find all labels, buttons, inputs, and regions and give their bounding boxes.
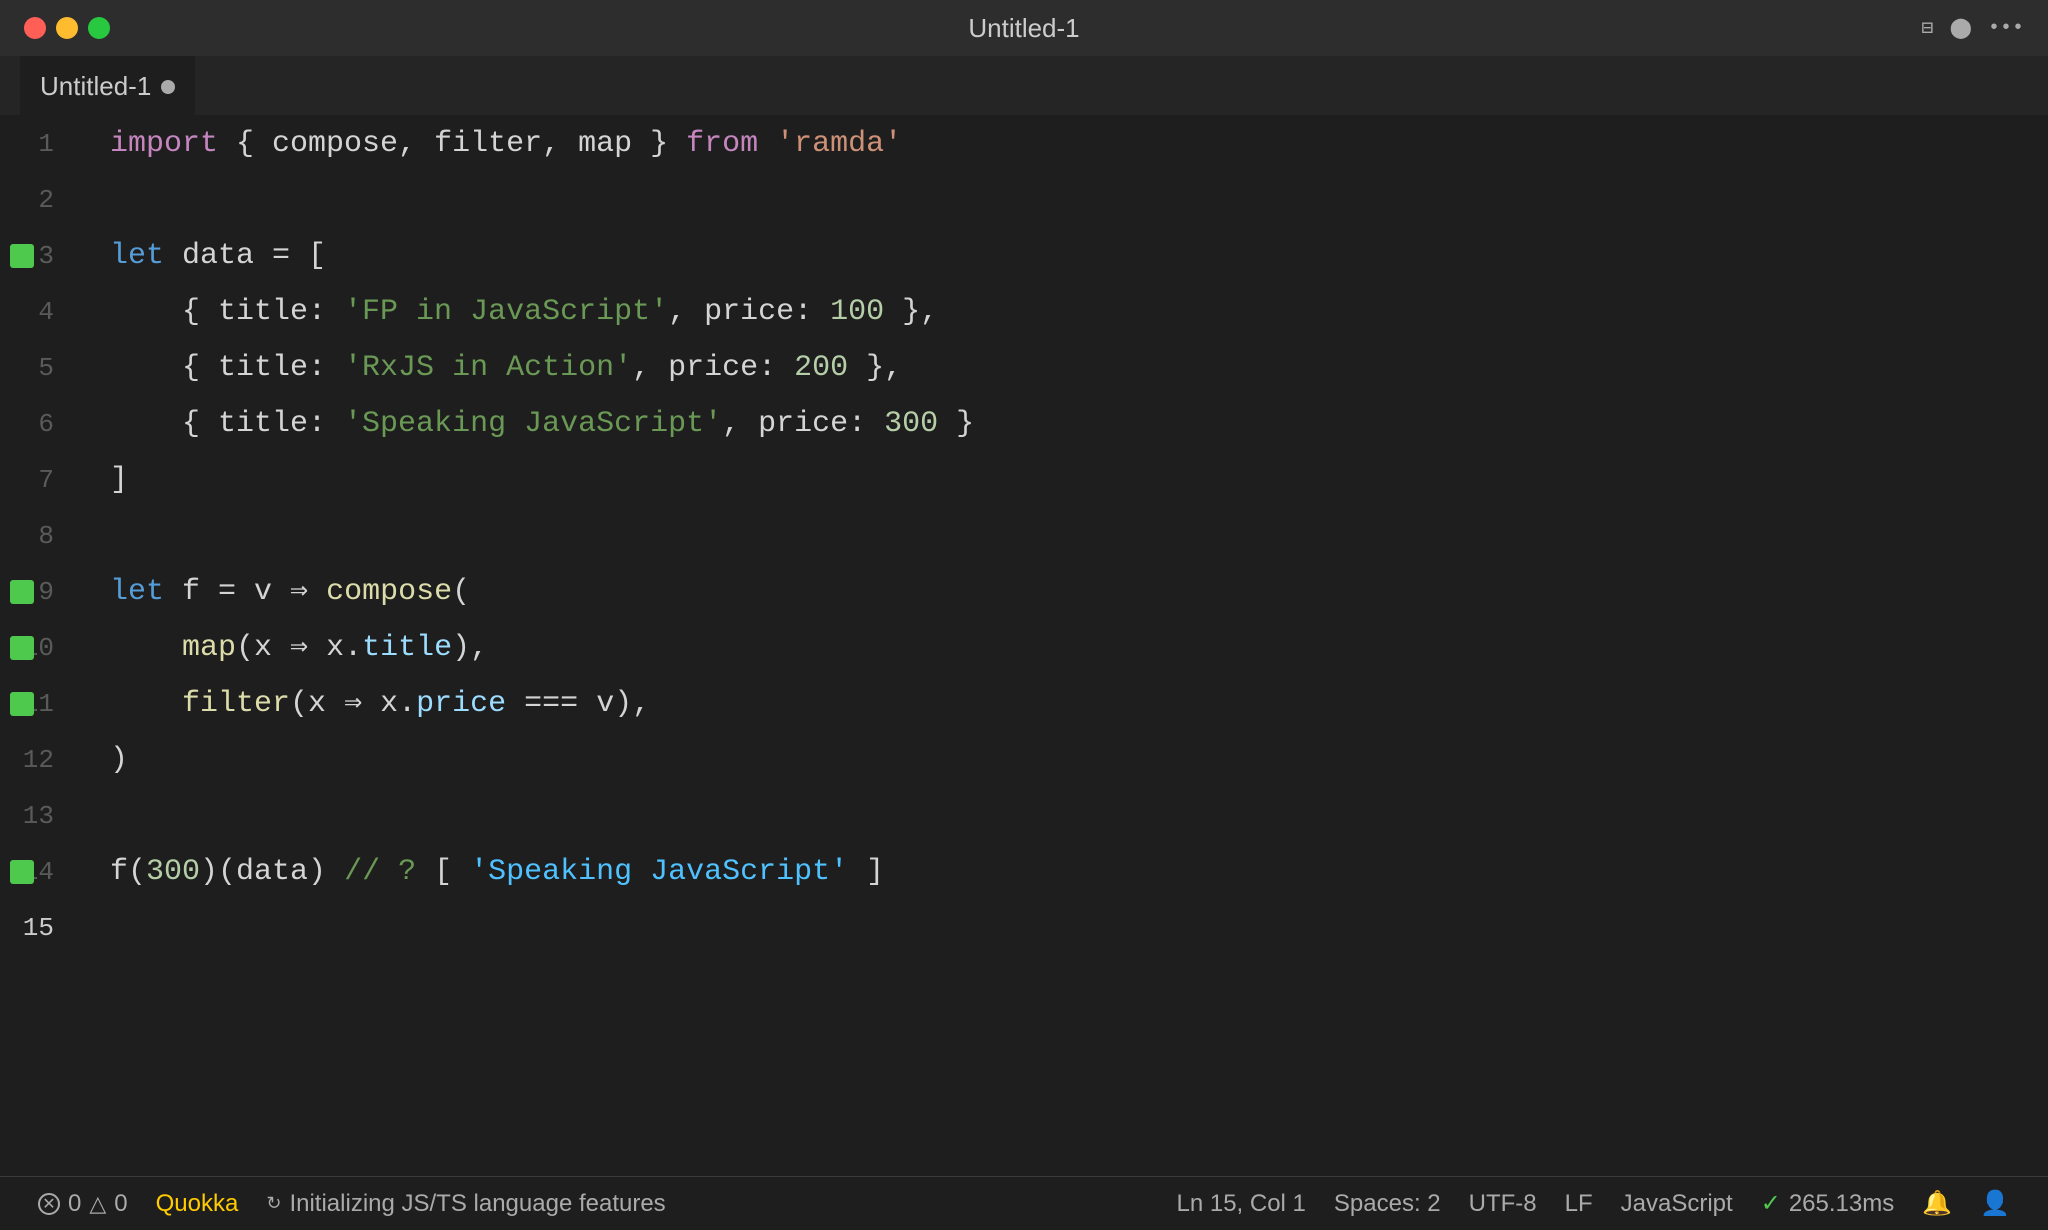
code-line: f(300)(data) // ? [ 'Speaking JavaScript…: [110, 844, 2048, 900]
breakpoint-slot[interactable]: [0, 172, 44, 228]
code-line: ]: [110, 452, 2048, 508]
breakpoint-indicator: [10, 692, 34, 716]
code-line: [110, 900, 2048, 956]
code-line: map(x ⇒ x.title),: [110, 620, 2048, 676]
breakpoint-slot[interactable]: [0, 228, 44, 284]
breakpoint-slot[interactable]: [0, 340, 44, 396]
maximize-button[interactable]: [88, 17, 110, 39]
breakpoint-slot[interactable]: [0, 508, 44, 564]
indentation[interactable]: Spaces: 2: [1320, 1177, 1455, 1230]
spaces-text: Spaces: 2: [1334, 1190, 1441, 1218]
breakpoint-indicator: [10, 860, 34, 884]
code-line: ): [110, 732, 2048, 788]
split-editor-icon[interactable]: ⊟: [1922, 15, 1934, 41]
window-title: Untitled-1: [968, 13, 1079, 44]
language-text: JavaScript: [1621, 1190, 1733, 1218]
breakpoints-column: [0, 116, 44, 956]
quokka-label: Quokka: [156, 1190, 239, 1218]
language-mode[interactable]: JavaScript: [1607, 1177, 1747, 1230]
code-line: { title: 'FP in JavaScript', price: 100 …: [110, 284, 2048, 340]
code-line: [110, 508, 2048, 564]
breakpoint-slot[interactable]: [0, 676, 44, 732]
feedback-icon: 👤: [1980, 1189, 2010, 1218]
code-line: [110, 788, 2048, 844]
quokka-status[interactable]: Quokka: [142, 1177, 253, 1230]
window-controls: [24, 17, 110, 39]
breakpoint-slot[interactable]: [0, 732, 44, 788]
error-count[interactable]: ✕ 0 △ 0: [24, 1177, 142, 1230]
breakpoint-slot[interactable]: [0, 844, 44, 900]
feedback[interactable]: 👤: [1966, 1177, 2024, 1230]
encoding[interactable]: UTF-8: [1455, 1177, 1551, 1230]
error-num: 0: [68, 1190, 81, 1218]
breakpoint-slot[interactable]: [0, 284, 44, 340]
breakpoint-indicator: [10, 244, 34, 268]
sync-icon: ↻: [266, 1193, 281, 1214]
cursor-position[interactable]: Ln 15, Col 1: [1162, 1177, 1319, 1230]
status-text: Initializing JS/TS language features: [289, 1190, 665, 1218]
tab-unsaved-dot: [161, 80, 175, 94]
tab-untitled-1[interactable]: Untitled-1: [20, 56, 195, 115]
code-line: { title: 'Speaking JavaScript', price: 3…: [110, 396, 2048, 452]
breakpoint-slot[interactable]: [0, 564, 44, 620]
breakpoint-slot[interactable]: [0, 116, 44, 172]
warning-icon: △: [89, 1191, 106, 1217]
timing-text: 265.13ms: [1789, 1190, 1894, 1218]
position-text: Ln 15, Col 1: [1176, 1190, 1305, 1218]
line-numbers: 123456789101112131415: [0, 116, 90, 1176]
breakpoint-slot[interactable]: [0, 788, 44, 844]
scrollbar[interactable]: [2034, 116, 2048, 1176]
notifications[interactable]: 🔔: [1908, 1177, 1966, 1230]
code-line: let data = [: [110, 228, 2048, 284]
titlebar-actions: ⊟ ⬤ •••: [1922, 15, 2024, 41]
timing: ✓ 265.13ms: [1747, 1177, 1909, 1230]
breakpoint-indicator: [10, 580, 34, 604]
encoding-text: UTF-8: [1469, 1190, 1537, 1218]
breakpoint-slot[interactable]: [0, 620, 44, 676]
close-button[interactable]: [24, 17, 46, 39]
code-line: filter(x ⇒ x.price === v),: [110, 676, 2048, 732]
code-line: import { compose, filter, map } from 'ra…: [110, 116, 2048, 172]
circle-icon[interactable]: ⬤: [1950, 15, 1972, 41]
warning-num: 0: [114, 1190, 127, 1218]
language-server-status[interactable]: ↻ Initializing JS/TS language features: [252, 1177, 679, 1230]
line-ending[interactable]: LF: [1551, 1177, 1607, 1230]
more-actions-icon[interactable]: •••: [1988, 17, 2024, 40]
code-line: let f = v ⇒ compose(: [110, 564, 2048, 620]
code-area[interactable]: import { compose, filter, map } from 'ra…: [90, 116, 2048, 1176]
line-ending-text: LF: [1565, 1190, 1593, 1218]
editor: 123456789101112131415 import { compose, …: [0, 116, 2048, 1176]
tab-bar: Untitled-1: [0, 56, 2048, 116]
code-line: [110, 172, 2048, 228]
code-line: { title: 'RxJS in Action', price: 200 },: [110, 340, 2048, 396]
error-icon: ✕: [38, 1193, 60, 1215]
notification-icon: 🔔: [1922, 1189, 1952, 1218]
status-bar: ✕ 0 △ 0 Quokka ↻ Initializing JS/TS lang…: [0, 1176, 2048, 1230]
breakpoint-indicator: [10, 636, 34, 660]
tab-label: Untitled-1: [40, 71, 151, 102]
breakpoint-slot[interactable]: [0, 452, 44, 508]
breakpoint-slot[interactable]: [0, 396, 44, 452]
breakpoint-slot[interactable]: [0, 900, 44, 956]
minimize-button[interactable]: [56, 17, 78, 39]
check-icon: ✓: [1761, 1189, 1781, 1218]
titlebar: Untitled-1 ⊟ ⬤ •••: [0, 0, 2048, 56]
